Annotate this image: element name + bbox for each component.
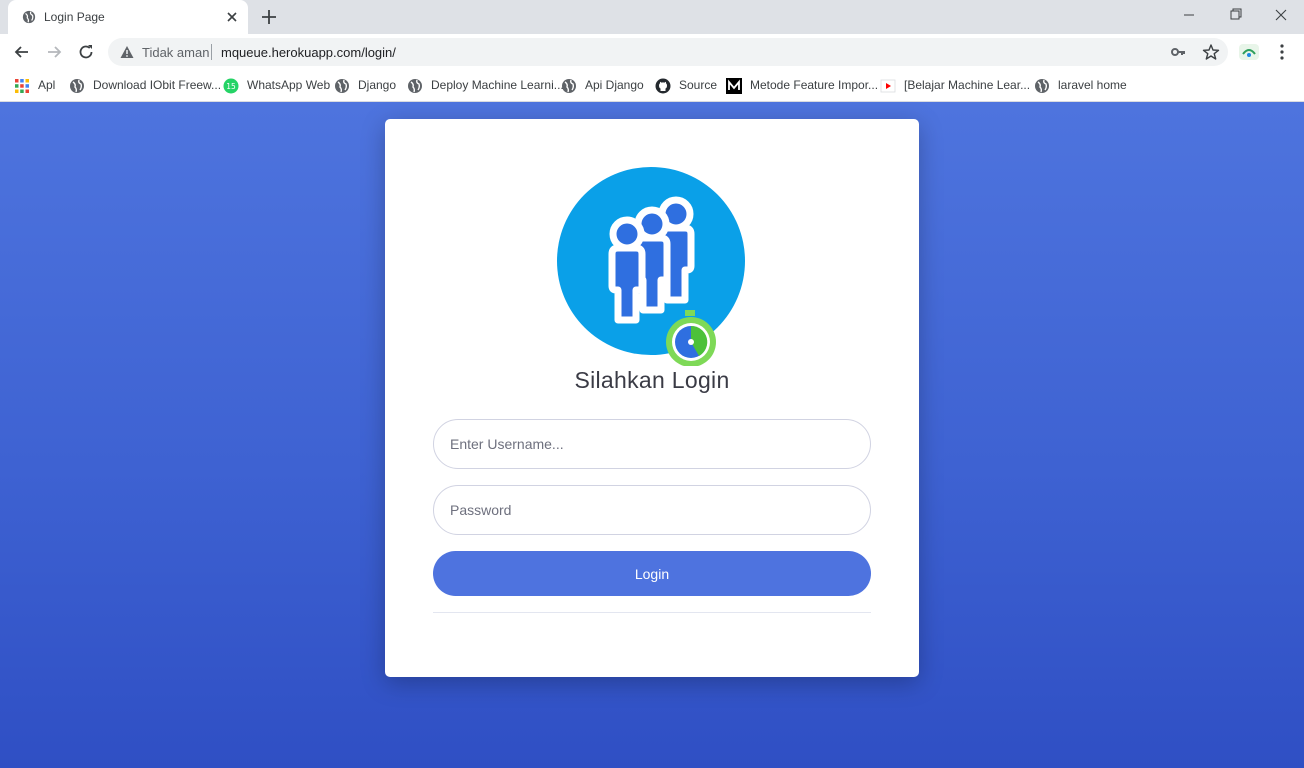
address-bar[interactable]: Tidak aman mqueue.herokuapp.com/login/ — [108, 38, 1228, 66]
new-tab-icon[interactable] — [260, 8, 278, 26]
security-status-label[interactable]: Tidak aman — [142, 45, 209, 60]
extension-icon[interactable] — [1238, 42, 1260, 62]
medium-icon — [726, 78, 742, 94]
close-window-icon[interactable] — [1258, 0, 1304, 30]
bookmark-label: Deploy Machine Learni... — [431, 78, 564, 92]
login-card: Silahkan Login Login — [385, 119, 919, 677]
whatsapp-icon: 15 — [223, 78, 239, 94]
bookmark-label: Download IObit Freew... — [93, 78, 222, 92]
bookmark-label: [Belajar Machine Lear... — [904, 78, 1031, 92]
key-icon[interactable] — [1170, 44, 1186, 60]
bookmark-star-icon[interactable] — [1202, 43, 1220, 61]
tab-title: Login Page — [44, 10, 105, 24]
reload-icon[interactable] — [76, 42, 96, 62]
tab-login-page[interactable]: Login Page — [8, 0, 248, 34]
globe-icon — [22, 10, 36, 24]
bookmark-label: Metode Feature Impor... — [750, 78, 879, 92]
globe-icon — [562, 79, 576, 93]
queue-logo — [557, 167, 745, 366]
globe-icon — [335, 79, 349, 93]
url-text[interactable]: mqueue.herokuapp.com/login/ — [221, 45, 396, 60]
minimize-icon[interactable] — [1166, 0, 1212, 30]
apps-grid-icon — [15, 79, 29, 93]
tab-strip: Login Page — [0, 0, 1304, 34]
bookmarks-bar: Apl Download IObit Freew... 15 WhatsApp … — [0, 70, 1304, 102]
warning-icon[interactable] — [120, 45, 134, 59]
browser-toolbar: Tidak aman mqueue.herokuapp.com/login/ — [0, 34, 1304, 70]
close-tab-icon[interactable] — [224, 9, 240, 25]
page-title: Silahkan Login — [574, 367, 730, 393]
whatsapp-badge: 15 — [226, 82, 236, 91]
bookmark-label: WhatsApp Web — [247, 78, 331, 92]
globe-icon — [70, 79, 84, 93]
bookmark-label: Api Django — [585, 78, 644, 92]
omnibox-separator — [211, 44, 212, 60]
password-input[interactable] — [433, 485, 871, 535]
restore-icon[interactable] — [1212, 0, 1258, 30]
bookmark-label: Apl — [38, 78, 56, 92]
forward-arrow-icon[interactable] — [44, 42, 64, 62]
globe-icon — [408, 79, 422, 93]
bookmark-label: laravel home — [1058, 78, 1127, 92]
youtube-icon — [880, 79, 896, 93]
back-arrow-icon[interactable] — [12, 42, 32, 62]
login-button[interactable]: Login — [433, 551, 871, 596]
kebab-menu-icon[interactable] — [1274, 43, 1290, 61]
divider — [433, 612, 871, 613]
username-input[interactable] — [433, 419, 871, 469]
github-icon — [655, 78, 671, 94]
bookmark-label: Source — [679, 78, 718, 92]
globe-icon — [1035, 79, 1049, 93]
page-background: Silahkan Login Login — [0, 102, 1304, 768]
bookmark-label: Django — [358, 78, 397, 92]
